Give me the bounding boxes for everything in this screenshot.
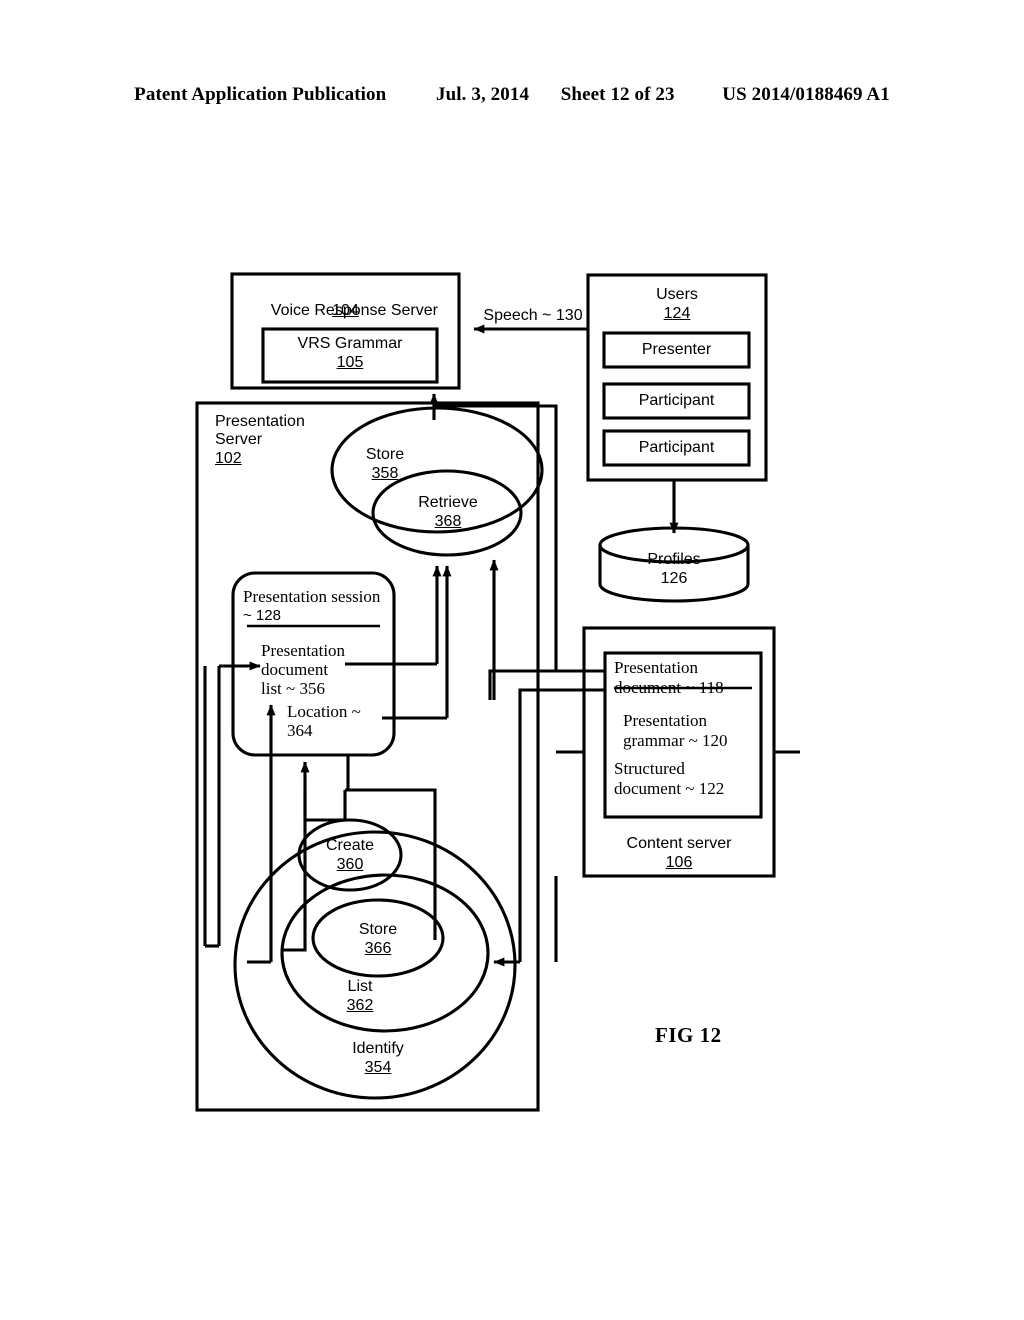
list-362-ellipse [280,873,490,1033]
vrs-grammar-box [261,327,439,384]
patent-figure-12: Voice Response Server 104 VRS Grammar 10… [0,0,1024,1320]
retrieve-368-ellipse [371,469,523,557]
presenter-box [602,331,751,369]
content-server-box [582,626,776,878]
content-doc-route [488,669,605,700]
arrow-create-elbow [305,790,347,822]
participant-box-2 [602,429,751,467]
figure-linework [195,272,800,1112]
content-server-inner-box [603,651,763,819]
create-loop-right [345,788,437,940]
users-box [586,273,768,482]
voice-response-server-box [230,272,461,390]
figure-caption: FIG 12 [655,1023,722,1047]
participant-box-1 [602,382,751,420]
store-366-ellipse [311,898,445,978]
identify-354-ellipse [233,830,517,1100]
profiles-cylinder-body [598,545,750,603]
content-grammar-route [518,688,605,962]
create-loop-left [281,790,307,952]
profiles-cylinder-top [598,526,750,564]
